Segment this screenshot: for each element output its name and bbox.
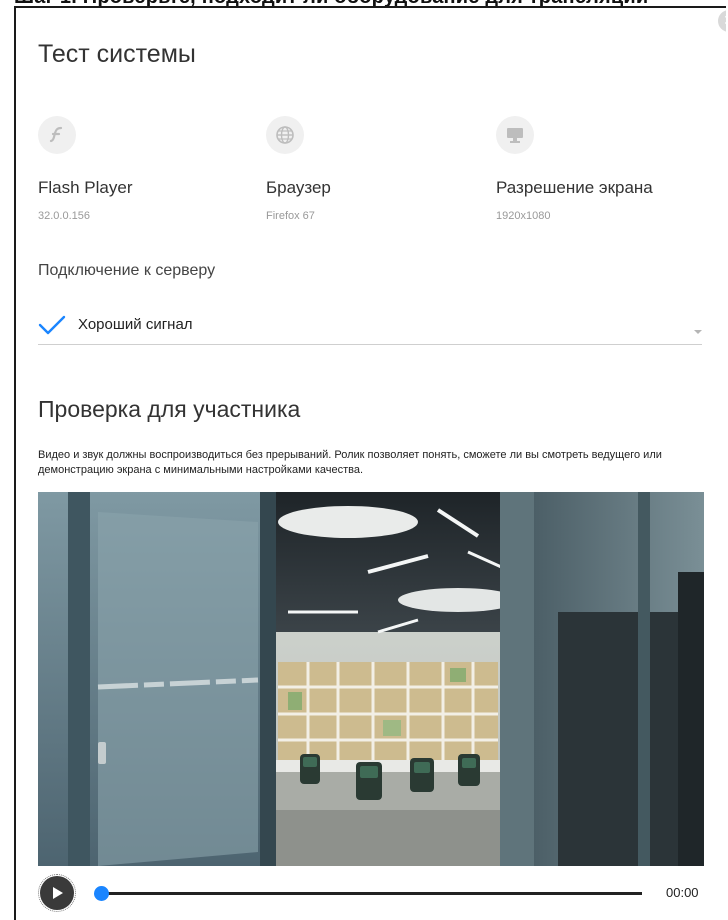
check-icon: [38, 315, 66, 335]
flash-icon: [38, 116, 76, 154]
dialog-title: Тест системы: [38, 40, 196, 68]
system-item-browser: Браузер Firefox 67: [266, 116, 496, 222]
system-item-flash: Flash Player 32.0.0.156: [38, 116, 268, 222]
monitor-icon: [496, 116, 534, 154]
test-video[interactable]: [38, 492, 704, 866]
system-item-value: Firefox 67: [266, 210, 315, 222]
play-button[interactable]: [38, 874, 76, 912]
video-frame-image: [38, 492, 704, 866]
video-time: 00:00: [666, 885, 699, 900]
server-signal-select[interactable]: Хороший сигнал: [38, 308, 702, 345]
system-item-value: 32.0.0.156: [38, 210, 90, 222]
system-item-name: Разрешение экрана: [496, 178, 653, 197]
close-button[interactable]: ✕: [718, 10, 726, 32]
video-progress-thumb[interactable]: [94, 886, 109, 901]
system-item-resolution: Разрешение экрана 1920x1080: [496, 116, 726, 222]
video-controls: 00:00: [38, 874, 704, 914]
globe-icon: [266, 116, 304, 154]
participant-check-description: Видео и звук должны воспроизводиться без…: [38, 449, 662, 476]
system-item-name: Браузер: [266, 178, 331, 197]
server-signal-value: Хороший сигнал: [78, 316, 193, 333]
server-connection-label: Подключение к серверу: [38, 262, 216, 279]
play-icon: [53, 887, 63, 899]
system-item-value: 1920x1080: [496, 210, 551, 222]
chevron-down-icon: [694, 330, 702, 334]
system-item-name: Flash Player: [38, 178, 133, 197]
system-test-dialog: Тест системы Flash Player 32.0.0.156 Бра…: [14, 6, 726, 920]
video-progress-track[interactable]: [100, 892, 642, 895]
participant-check-title: Проверка для участника: [38, 396, 301, 422]
